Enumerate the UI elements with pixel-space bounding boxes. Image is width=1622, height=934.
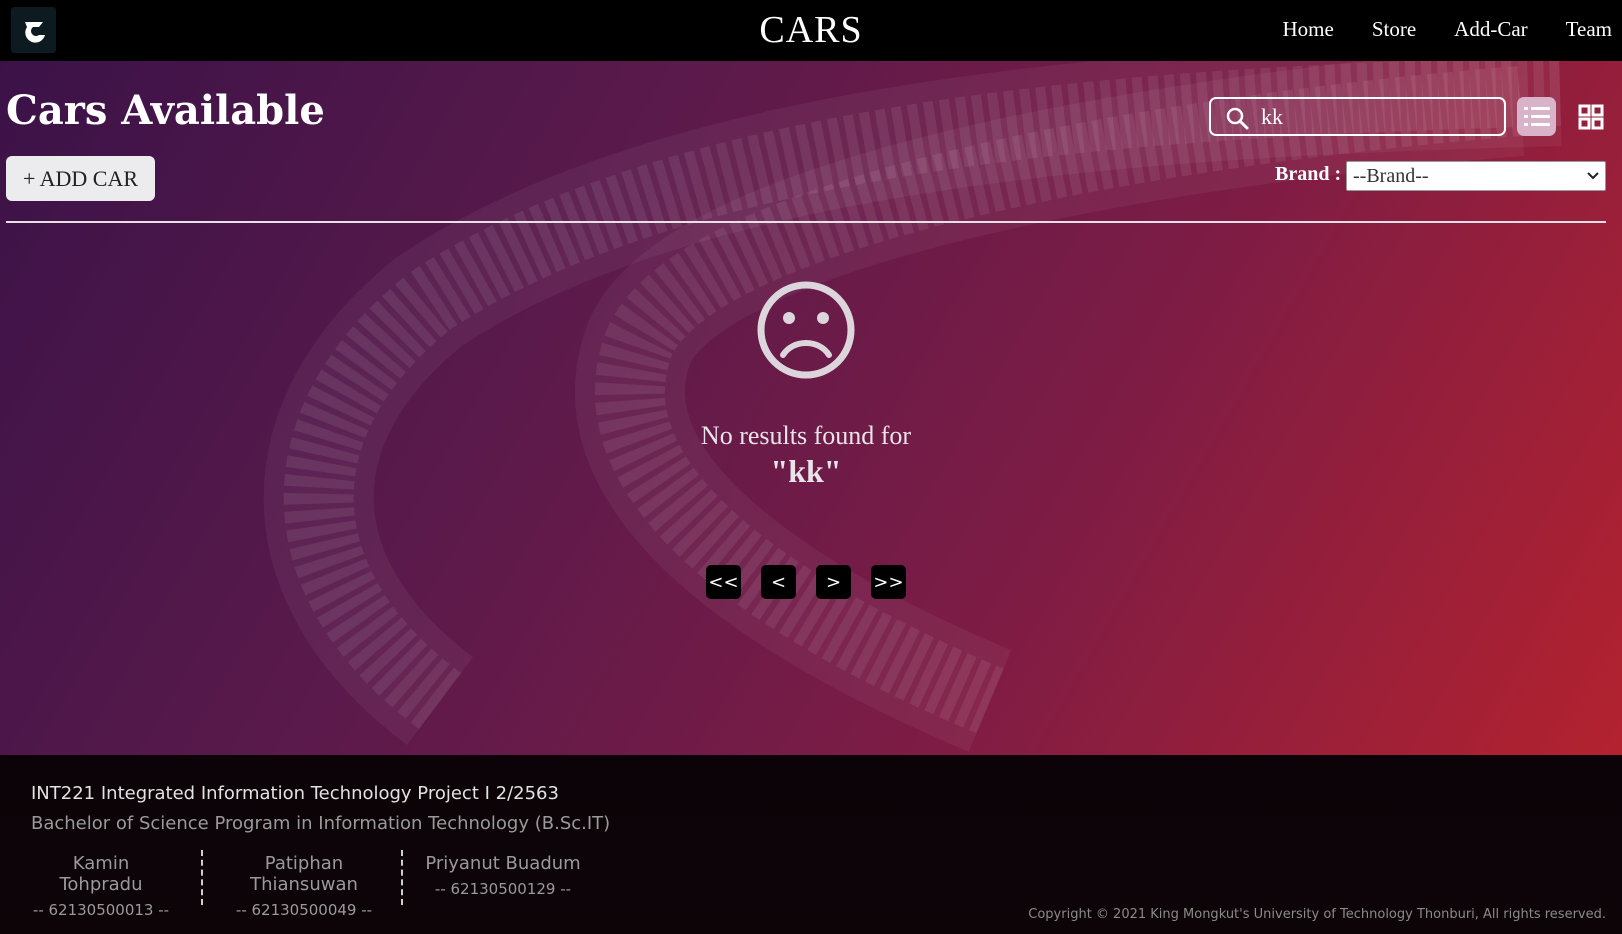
last-page-button[interactable]: >>: [871, 565, 906, 599]
footer: INT221 Integrated Information Technology…: [0, 755, 1622, 934]
first-page-button[interactable]: <<: [706, 565, 741, 599]
search-input[interactable]: [1259, 102, 1494, 132]
main-content: Cars Available + ADD CAR Brand : --Brand…: [0, 61, 1622, 755]
divider: [6, 221, 1606, 223]
add-car-button[interactable]: + ADD CAR: [6, 156, 155, 201]
page-title: Cars Available: [6, 87, 325, 134]
brand-select[interactable]: --Brand--: [1346, 161, 1606, 191]
nav-team[interactable]: Team: [1566, 17, 1612, 42]
team-member: Patiphan Thiansuwan -- 62130500049 --: [212, 853, 396, 919]
course-title: INT221 Integrated Information Technology…: [31, 783, 559, 804]
team-member: Kamin Tohpradu -- 62130500013 --: [31, 853, 171, 919]
member-name: Kamin Tohpradu: [59, 853, 143, 895]
member-id: -- 62130500129 --: [434, 880, 572, 898]
list-view-button[interactable]: [1517, 97, 1556, 136]
search-box[interactable]: [1209, 97, 1506, 136]
member-id: -- 62130500049 --: [235, 901, 373, 919]
copyright: Copyright © 2021 King Mongkut's Universi…: [1028, 907, 1606, 922]
nav-links: Home Store Add-Car Team: [1283, 17, 1612, 42]
member-divider: [401, 850, 403, 905]
chevron-down-icon: [1587, 172, 1599, 180]
program-title: Bachelor of Science Program in Informati…: [31, 813, 611, 834]
search-icon: [1226, 107, 1249, 130]
no-results-query: "kk": [770, 453, 842, 489]
next-page-button[interactable]: >: [816, 565, 851, 599]
brand-filter-label: Brand :: [1275, 163, 1342, 185]
navbar: CARS Home Store Add-Car Team: [0, 0, 1622, 61]
nav-add-car[interactable]: Add-Car: [1454, 17, 1527, 42]
sad-face-icon: [757, 281, 855, 379]
prev-page-button[interactable]: <: [761, 565, 796, 599]
nav-store[interactable]: Store: [1372, 17, 1416, 42]
team-member: Priyanut Buadum -- 62130500129 --: [423, 853, 583, 898]
no-results-message: No results found for: [700, 421, 912, 450]
member-id: -- 62130500013 --: [32, 901, 170, 919]
brand-select-value: --Brand--: [1353, 164, 1429, 187]
member-divider: [201, 850, 203, 905]
member-name: Priyanut Buadum: [425, 853, 581, 874]
list-view-icon: [1523, 106, 1550, 126]
grid-view-icon: [1578, 104, 1603, 129]
nav-home[interactable]: Home: [1283, 17, 1334, 42]
member-name: Patiphan Thiansuwan: [250, 853, 358, 895]
grid-view-button[interactable]: [1571, 97, 1610, 136]
